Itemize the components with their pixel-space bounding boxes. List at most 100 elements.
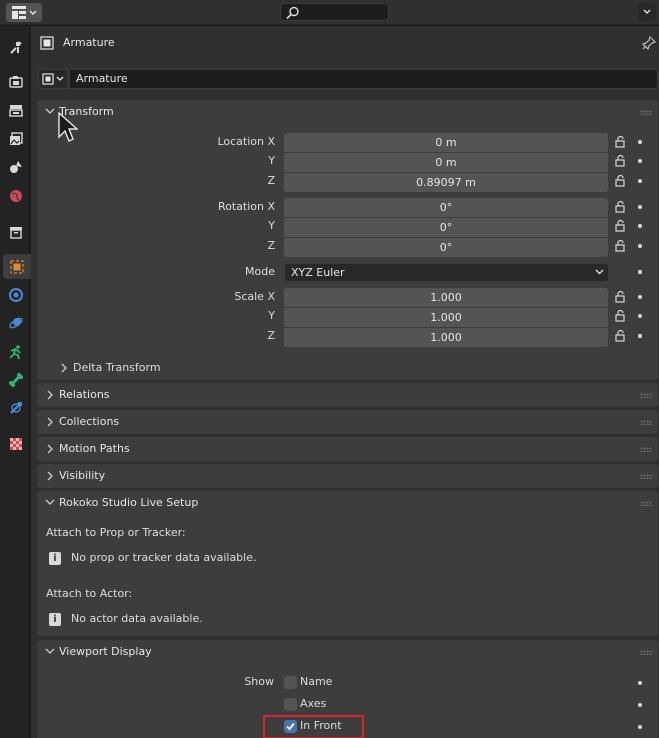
properties-tab-bar [0,26,31,738]
keyframe-dot[interactable] [638,334,642,338]
visibility-panel-header[interactable]: Visibility [37,464,658,488]
context-header: Armature [31,26,659,60]
unlock-icon[interactable] [614,329,628,343]
bone-constraints-tab[interactable] [3,395,28,420]
keyframe-dot[interactable] [638,244,642,248]
rotation-x-field[interactable]: 0° [284,198,608,217]
collections-panel[interactable]: Collections [37,410,658,434]
rokoko-panel: Rokoko Studio Live Setup Attach to Prop … [37,491,658,636]
keyframe-dot[interactable] [638,224,642,228]
context-title: Armature [63,36,115,49]
location-y-field[interactable]: 0 m [284,153,608,172]
drag-grip-icon[interactable] [640,420,652,425]
object-tab[interactable] [3,254,31,279]
drag-grip-icon[interactable] [640,393,652,398]
motion-paths-title: Motion Paths [59,442,130,455]
physics-tab[interactable] [3,310,28,335]
collection-tab[interactable] [3,219,28,244]
chevron-right-icon [47,471,53,481]
rotation-mode-dropdown[interactable]: XYZ Euler [284,263,609,282]
keyframe-dot[interactable] [638,179,642,183]
unlock-icon[interactable] [614,174,628,188]
info-icon: i [49,613,61,626]
unlock-icon[interactable] [614,309,628,323]
drag-grip-icon[interactable] [640,110,652,115]
tool-tab[interactable] [3,34,28,59]
unlock-icon[interactable] [614,290,628,304]
relations-panel-header[interactable]: Relations [37,383,658,407]
pin-icon[interactable] [642,36,656,50]
keyframe-dot[interactable] [638,159,642,163]
location-x-field[interactable]: 0 m [284,133,608,152]
collections-panel-header[interactable]: Collections [37,410,658,434]
render-tab[interactable] [3,69,28,94]
motion-paths-panel-header[interactable]: Motion Paths [37,437,658,461]
object-name-field[interactable]: Armature [69,69,658,89]
drag-grip-icon[interactable] [640,501,652,506]
viewport-display-panel-header[interactable]: Viewport Display [37,640,658,664]
constraints-tab[interactable] [3,339,28,364]
collections-title: Collections [59,415,120,428]
rokoko-panel-header[interactable]: Rokoko Studio Live Setup [37,491,658,515]
keyframe-dot[interactable] [638,725,642,729]
drag-grip-icon[interactable] [640,474,652,479]
bone-icon [8,372,23,387]
delta-transform-subpanel[interactable]: Delta Transform [59,360,359,376]
blue-circle-icon [8,287,23,302]
texture-tab[interactable] [3,431,28,456]
keyframe-dot[interactable] [638,681,642,685]
transform-panel-header[interactable]: Transform [37,100,658,124]
show-name-checkbox[interactable] [284,676,297,689]
keyframe-dot[interactable] [638,314,642,318]
chevron-down-icon [56,76,64,81]
relations-panel[interactable]: Relations [37,383,658,407]
drag-grip-icon[interactable] [640,650,652,655]
output-tab[interactable] [3,97,28,122]
unlock-icon[interactable] [614,200,628,214]
keyframe-dot[interactable] [638,205,642,209]
scale-y-field[interactable]: 1.000 [284,308,608,327]
show-in-front-checkbox[interactable] [284,720,297,733]
actor-info-text: No actor data available. [71,612,203,625]
images-icon [9,131,23,145]
drag-grip-icon[interactable] [640,447,652,452]
viewport-display-panel: Viewport Display Show Name Axes In Front [37,640,658,738]
data-tab[interactable] [3,367,28,392]
search-input[interactable] [280,3,389,21]
keyframe-dot[interactable] [638,703,642,707]
visibility-panel[interactable]: Visibility [37,464,658,488]
motion-paths-panel[interactable]: Motion Paths [37,437,658,461]
view-layer-tab[interactable] [3,126,28,151]
unlock-icon[interactable] [614,154,628,168]
rokoko-title: Rokoko Studio Live Setup [59,496,199,509]
properties-editor-icon [11,6,26,19]
unlock-icon[interactable] [614,239,628,253]
unlock-icon[interactable] [614,219,628,233]
rotation-y-field[interactable]: 0° [284,218,608,237]
rotation-x-label: Rotation X [217,200,275,213]
rotation-z-field[interactable]: 0° [284,238,608,257]
transform-panel: Transform Location X Y Z 0 m 0 m 0.89097… [37,100,658,380]
keyframe-dot[interactable] [638,140,642,144]
rotation-mode-value: XYZ Euler [291,266,345,279]
keyframe-dot[interactable] [638,270,642,274]
options-dropdown[interactable] [638,3,656,21]
show-name-label: Name [300,675,333,688]
editor-type-button[interactable] [6,3,42,22]
object-browse-button[interactable] [38,69,68,89]
location-x-label: Location X [217,135,275,148]
show-axes-checkbox[interactable] [284,698,297,711]
keyframe-dot[interactable] [638,295,642,299]
modifiers-tab[interactable] [3,282,28,307]
unlock-icon[interactable] [614,135,628,149]
scale-x-label: Scale X [234,290,275,303]
scale-z-field[interactable]: 1.000 [284,328,608,347]
properties-editor: Armature Armature Transform Location X Y… [31,26,659,738]
scale-x-field[interactable]: 1.000 [284,288,608,307]
location-z-field[interactable]: 0.89097 m [284,173,608,192]
chevron-down-icon [45,108,55,114]
world-tab[interactable] [3,183,28,208]
chevron-down-icon [45,499,55,505]
scene-tab[interactable] [3,154,28,179]
attach-actor-label: Attach to Actor: [46,587,133,600]
